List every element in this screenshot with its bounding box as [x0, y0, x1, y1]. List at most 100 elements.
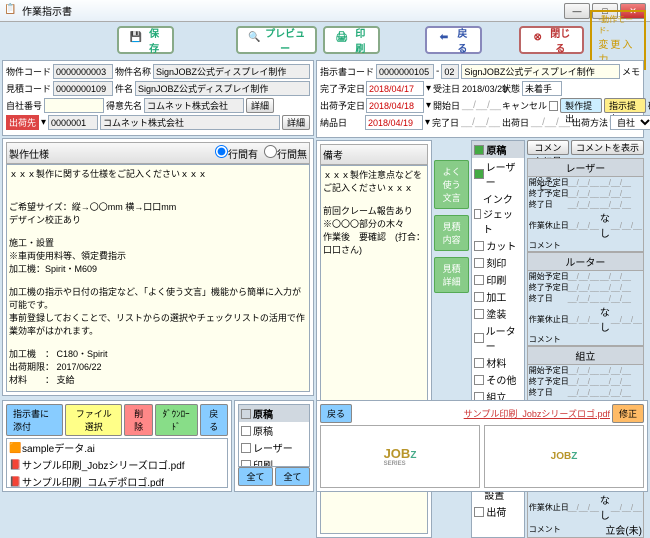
check-label: 材料 [486, 355, 506, 370]
file-name: サンプル印刷_Jobzシリーズロゴ.pdf [22, 457, 185, 472]
preview-file-link[interactable]: サンプル印刷_Jobzシリーズロゴ.pdf [464, 407, 610, 420]
calendar-icon[interactable]: ▾ [426, 100, 431, 111]
check-label: ルーター [486, 323, 522, 353]
attach-header: 指示書に添付 [6, 404, 63, 436]
line-yes-radio[interactable] [215, 145, 228, 158]
ship-sched-label: 出荷予定日 [320, 99, 364, 112]
preview-icon: 🔍 [248, 32, 261, 48]
dropdown-icon[interactable]: ▾ [41, 117, 46, 128]
check-icon[interactable] [474, 169, 483, 179]
ship-detail-button[interactable]: 詳細 [282, 115, 310, 130]
check-label: 印刷 [486, 272, 506, 287]
spec-header: 製作仕様 行間有 行間無 [6, 142, 310, 164]
ord-badge: 指示提出 [604, 98, 646, 113]
check-label: 塗装 [486, 306, 506, 321]
status-input[interactable] [522, 81, 562, 96]
check-icon[interactable] [474, 209, 480, 219]
file-icon: 📕 [9, 460, 19, 470]
common-phrase-button[interactable]: よく使う文言 [434, 160, 469, 209]
print-button[interactable]: 🖨印刷 [323, 26, 380, 54]
file-row[interactable]: 🟧sampleデータ.ai [7, 439, 227, 456]
spec-textarea[interactable]: ｘｘｘ製作に関する仕様をご記入くださいｘｘｘ ご希望サイズ：縦→〇〇mm 横→口… [6, 164, 310, 392]
prop-name-input[interactable] [153, 64, 310, 79]
order-code-input[interactable] [376, 64, 434, 79]
check-icon[interactable] [474, 258, 484, 268]
client-label: 得意先名 [106, 99, 142, 112]
complete-date-input[interactable] [366, 81, 424, 96]
close-button[interactable]: ⊗閉じる [519, 26, 584, 54]
estimate-detail-button[interactable]: 見積詳細 [434, 257, 469, 293]
ship-date-label: 出荷日 [502, 116, 529, 129]
order-seq-input[interactable] [441, 64, 459, 79]
item-input[interactable] [135, 81, 310, 96]
file-download-button[interactable]: ﾀﾞｳﾝﾛｰﾄﾞ [155, 404, 198, 436]
line-no-radio[interactable] [264, 145, 277, 158]
est-code-input[interactable] [53, 81, 113, 96]
deliv-label: 納品日 [320, 116, 363, 129]
check-label: インクジェット [483, 191, 522, 236]
check-icon[interactable] [474, 507, 484, 517]
file-icon: 📕 [9, 477, 19, 487]
check-icon[interactable] [474, 333, 483, 343]
file-row[interactable]: 📕サンプル印刷_Jobzシリーズロゴ.pdf [7, 456, 227, 473]
order-info-panel: 指示書コード - メモ 完了予定日▾受注日2018/03/29 出荷予定日▾開始… [316, 60, 644, 138]
prop-code-label: 物件コード [6, 65, 51, 78]
check-label: レーザー [486, 159, 522, 189]
prop-code-input[interactable] [53, 64, 113, 79]
back-icon: ⬅ [437, 32, 450, 48]
file-row[interactable]: 📕サンプル印刷_コムデポロゴ.pdf [7, 473, 227, 488]
check-icon[interactable] [474, 292, 484, 302]
check-icon[interactable] [241, 460, 251, 468]
ship-code-input[interactable] [48, 115, 98, 130]
recv-date: 2018/03/29 [462, 84, 507, 94]
check-icon[interactable] [474, 375, 484, 385]
preview-back-button[interactable]: 戻る [320, 404, 352, 423]
ship-name-input[interactable] [100, 115, 280, 130]
check-icon[interactable] [241, 443, 251, 453]
check-icon[interactable] [241, 426, 251, 436]
calendar-icon[interactable]: ▾ [425, 117, 430, 128]
all-button-1[interactable]: 全て [238, 467, 273, 486]
mid-checklist[interactable]: 原稿原稿レーザー印刷加工ルーター [238, 404, 310, 467]
preview-pane-2: JOBZ [484, 425, 644, 488]
file-select-button[interactable]: ファイル選択 [65, 404, 122, 436]
file-back-button[interactable]: 戻る [200, 404, 228, 436]
ship-method-select[interactable]: 自社便 [610, 115, 650, 130]
copy-date-button[interactable]: コメントに日付をコピー [527, 140, 569, 155]
edit-button[interactable]: 修正 [612, 404, 644, 423]
preview-button[interactable]: 🔍プレビュー [236, 26, 318, 54]
file-list[interactable]: 🟧sampleデータ.ai📕サンプル印刷_Jobzシリーズロゴ.pdf📕サンプル… [6, 438, 228, 488]
self-no-input[interactable] [44, 98, 104, 113]
show-comment-button[interactable]: コメントを表示 [571, 140, 644, 155]
estimate-content-button[interactable]: 見積内容 [434, 215, 469, 251]
check-icon[interactable] [474, 275, 484, 285]
cancel-label: キャンセル [502, 99, 547, 112]
minimize-button[interactable]: — [564, 3, 590, 19]
save-button[interactable]: 💾保存 [117, 26, 174, 54]
item-label: 件名 [115, 82, 133, 95]
complete-label: 完了予定日 [320, 82, 364, 95]
property-info-panel: 物件コード 物件名称 見積コード 件名 自社番号 得意先名 詳細 出荷先 ▾ [2, 60, 314, 136]
cancel-check[interactable] [549, 101, 558, 111]
check-label: 刻印 [486, 255, 506, 270]
check-icon[interactable] [474, 358, 484, 368]
check-icon[interactable] [474, 309, 484, 319]
window-titlebar: 📋 作業指示書 — □ ✕ [0, 0, 650, 22]
back-button[interactable]: ⬅戻る [425, 26, 482, 54]
check-label: 原稿 [253, 423, 273, 438]
all-button-2[interactable]: 全て [275, 467, 310, 486]
ship-sched-input[interactable] [366, 98, 424, 113]
calendar-icon[interactable]: ▾ [426, 83, 431, 94]
client-detail-button[interactable]: 詳細 [246, 98, 274, 113]
preview-pane-1: JOBZSERIES [320, 425, 480, 488]
deliv-input[interactable] [365, 115, 423, 130]
file-delete-button[interactable]: 削除 [124, 404, 152, 436]
check-icon[interactable] [474, 241, 484, 251]
check-label: 出荷 [486, 504, 506, 519]
client-input[interactable] [144, 98, 244, 113]
status-label: 状態 [502, 82, 520, 95]
order-name-input[interactable] [461, 64, 620, 79]
check-label: 印刷 [253, 457, 273, 467]
check-label: カット [486, 238, 516, 253]
ship-to-label: 出荷先 [6, 115, 39, 130]
